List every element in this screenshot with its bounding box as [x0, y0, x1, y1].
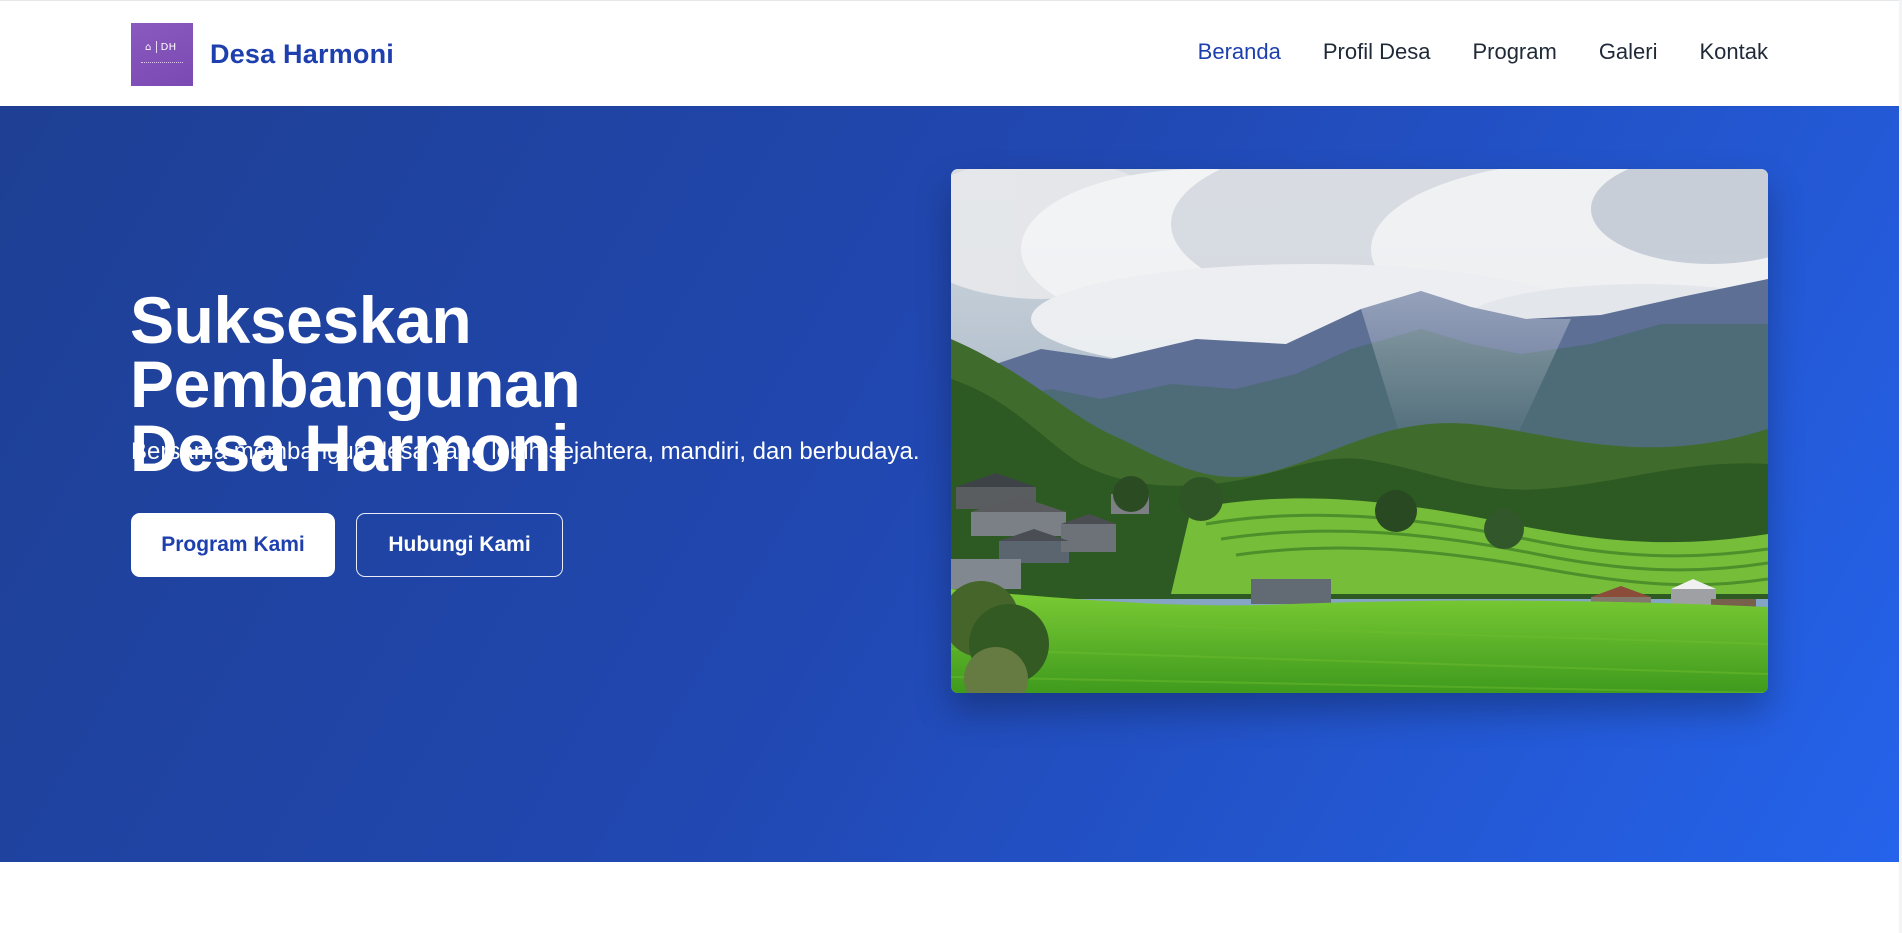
page: ⌂ DH Desa Harmoni Beranda Profil Desa Pr… — [0, 0, 1902, 933]
site-header: ⌂ DH Desa Harmoni Beranda Profil Desa Pr… — [0, 0, 1902, 106]
hero-title-line-1: Sukseskan Pembangunan — [130, 283, 581, 421]
nav-item-kontak[interactable]: Kontak — [1700, 39, 1769, 65]
nav-item-profil-desa[interactable]: Profil Desa — [1323, 39, 1431, 65]
logo-icon: ⌂ — [145, 41, 152, 53]
nav-item-galeri[interactable]: Galeri — [1599, 39, 1658, 65]
logo-tagline-line — [141, 62, 183, 64]
brand[interactable]: ⌂ DH Desa Harmoni — [131, 23, 394, 86]
main-navigation: Beranda Profil Desa Program Galeri Konta… — [1198, 39, 1768, 65]
logo-divider — [155, 41, 157, 53]
landscape-illustration — [951, 169, 1768, 693]
village-logo[interactable]: ⌂ DH — [131, 23, 193, 86]
hero-actions: Program Kami Hubungi Kami — [131, 513, 563, 577]
hubungi-kami-button[interactable]: Hubungi Kami — [356, 513, 563, 577]
nav-item-beranda[interactable]: Beranda — [1198, 39, 1281, 65]
logo-mark: ⌂ DH — [145, 41, 176, 53]
page-content: ⌂ DH Desa Harmoni Beranda Profil Desa Pr… — [0, 0, 1902, 933]
site-name[interactable]: Desa Harmoni — [210, 39, 394, 70]
logo-initials: DH — [160, 41, 177, 53]
next-section-white-space — [0, 862, 1902, 933]
program-kami-button[interactable]: Program Kami — [131, 513, 335, 577]
village-landscape-image — [951, 169, 1768, 693]
hero-section: Sukseskan Pembangunan Desa Harmoni Bersa… — [0, 106, 1899, 862]
hero-subtitle: Bersama membangun desa yang lebih sejaht… — [131, 438, 920, 465]
nav-item-program[interactable]: Program — [1472, 39, 1556, 65]
